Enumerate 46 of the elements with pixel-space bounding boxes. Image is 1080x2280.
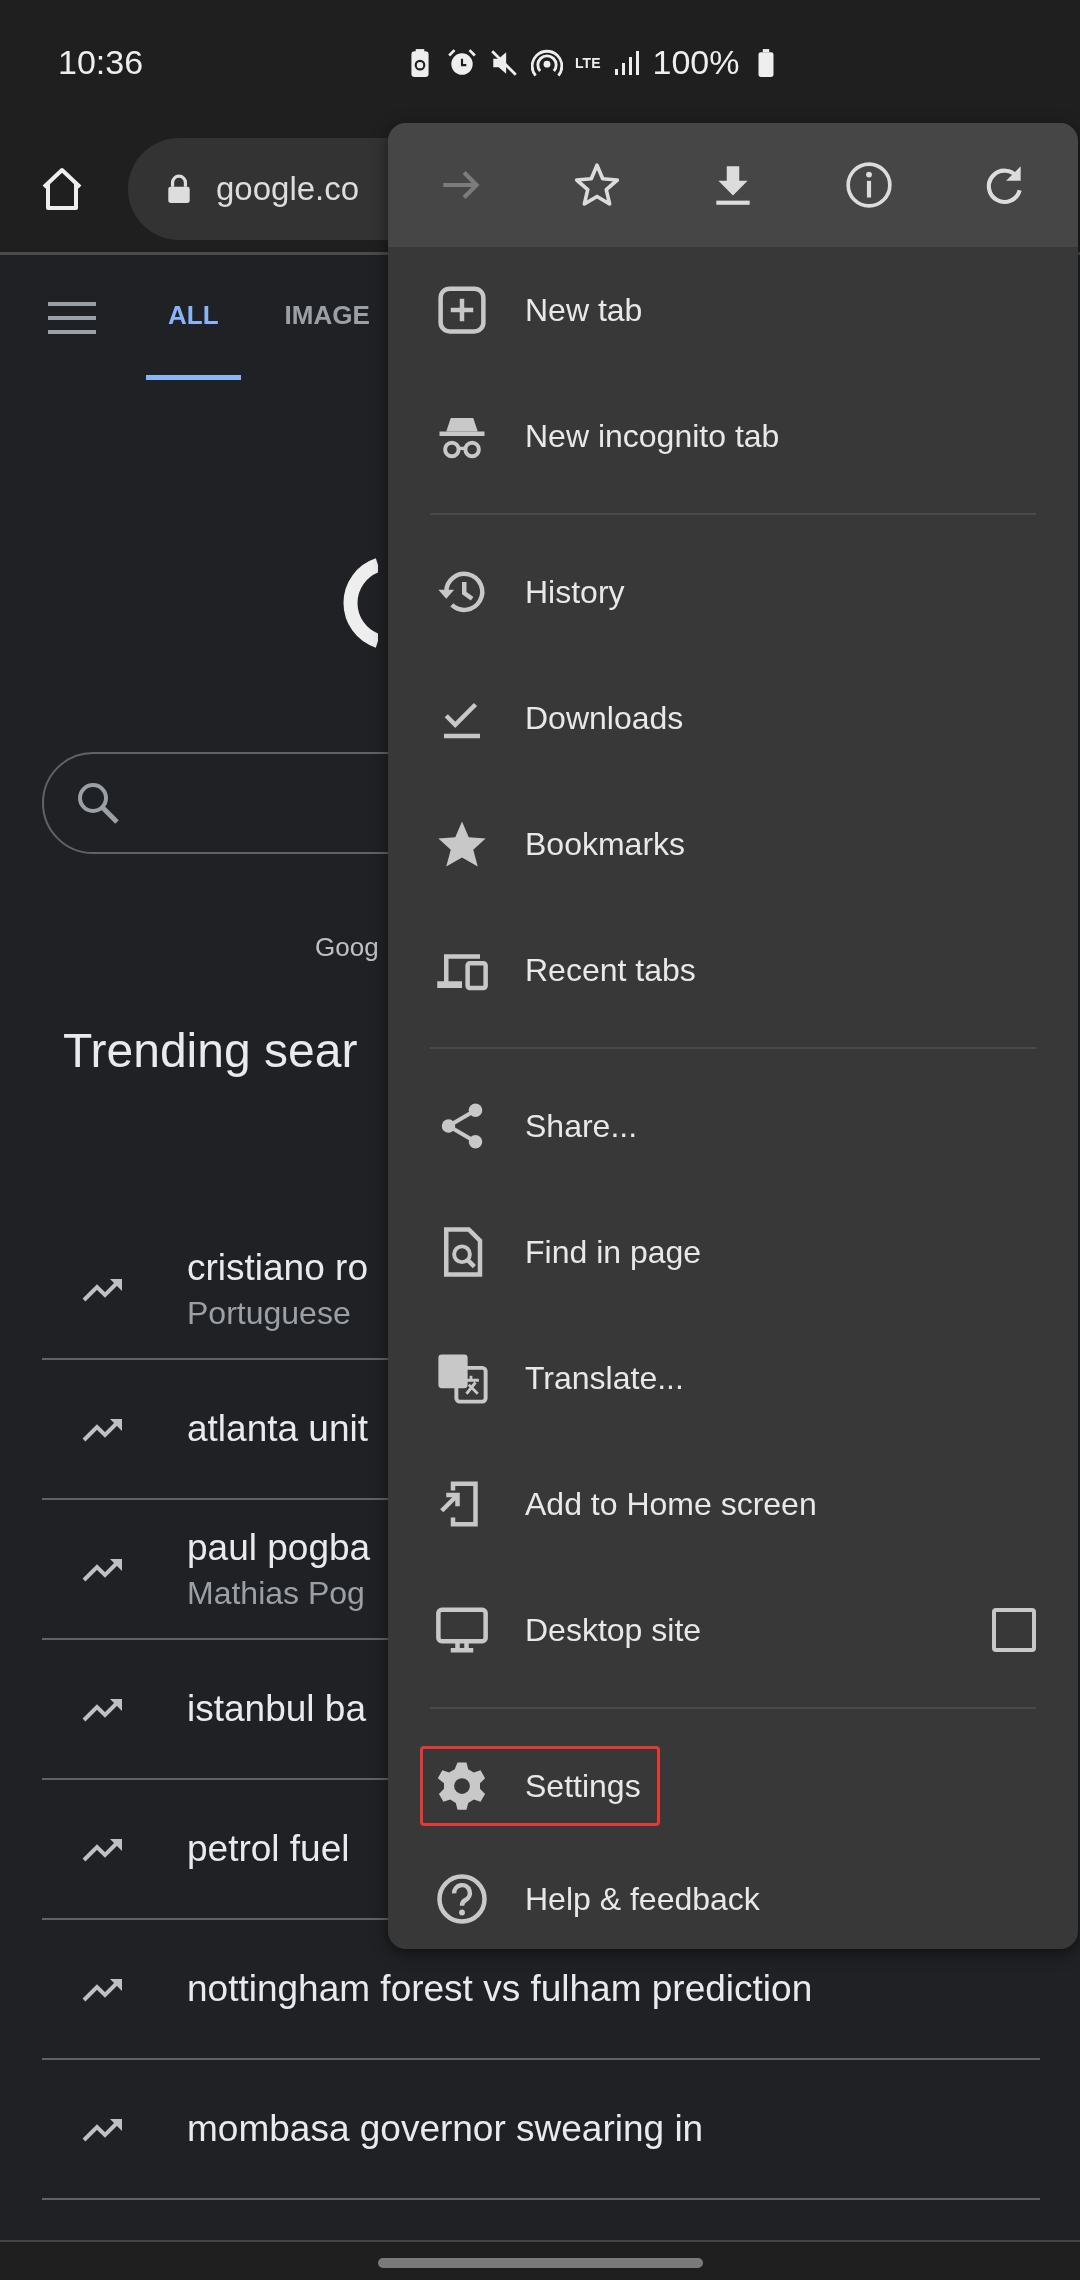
- help-icon: [435, 1872, 489, 1926]
- query-description: Mathias Pog: [187, 1574, 366, 1612]
- menu-item[interactable]: History: [420, 552, 644, 632]
- trending-icon: [82, 1976, 124, 2002]
- trending-icon: [82, 1836, 124, 1862]
- menu-item[interactable]: Recent tabs: [420, 930, 715, 1010]
- trending-icon: [82, 2116, 124, 2142]
- footer-text: Goog: [315, 932, 379, 963]
- trending-query[interactable]: istanbul ba: [187, 1688, 366, 1730]
- plus-square-icon: [435, 283, 489, 337]
- trending-query[interactable]: paul pogba: [187, 1526, 371, 1569]
- translate-icon: [435, 1351, 489, 1405]
- clock: 10:36: [58, 43, 144, 82]
- signal-icon: [612, 48, 641, 77]
- menu-item[interactable]: Add to Home screen: [420, 1464, 836, 1544]
- trending-icon: [82, 1276, 124, 1302]
- section-title: Trending sear: [63, 1023, 358, 1078]
- trending-icon: [82, 1556, 124, 1582]
- url-text: google.co: [216, 169, 360, 208]
- battery-percentage: 100%: [652, 43, 740, 82]
- menu-item[interactable]: Desktop site: [420, 1590, 721, 1670]
- menu-item[interactable]: Bookmarks: [420, 804, 705, 884]
- category-tab[interactable]: IMAGE: [262, 255, 392, 380]
- menu-item[interactable]: Downloads: [420, 678, 703, 758]
- alarm-icon: [447, 47, 478, 78]
- trending-icon: [82, 1696, 124, 1722]
- menu-item[interactable]: Help & feedback: [420, 1859, 779, 1939]
- checkbox[interactable]: [992, 1608, 1036, 1652]
- category-tab[interactable]: ALL: [146, 255, 241, 380]
- trending-query[interactable]: cristiano ro: [187, 1246, 368, 1289]
- menu-item[interactable]: New tab: [420, 270, 662, 350]
- menu-item[interactable]: New incognito tab: [420, 396, 799, 476]
- menu-icon[interactable]: [48, 299, 96, 336]
- menu-item[interactable]: Share...: [420, 1086, 657, 1166]
- network-type: LTE: [575, 55, 601, 70]
- trending-query[interactable]: nottingham forest vs fulham prediction: [187, 1968, 813, 2010]
- gesture-handle[interactable]: [377, 2258, 703, 2268]
- trending-query[interactable]: petrol fuel: [187, 1828, 350, 1870]
- trending-query[interactable]: mombasa governor swearing in: [187, 2108, 704, 2150]
- menu-item[interactable]: Settings: [420, 1746, 660, 1826]
- trending-query[interactable]: atlanta unit: [187, 1408, 369, 1450]
- info-icon: [843, 160, 894, 210]
- menu-item[interactable]: Find in page: [420, 1212, 721, 1292]
- menu-item[interactable]: Translate...: [420, 1338, 703, 1418]
- trending-icon: [82, 1416, 124, 1442]
- query-description: Portuguese: [187, 1294, 352, 1332]
